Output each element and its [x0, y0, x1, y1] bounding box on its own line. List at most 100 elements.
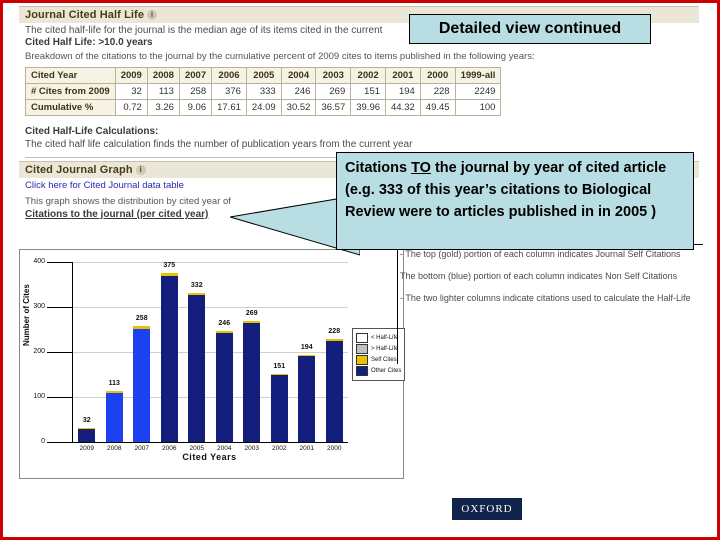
legend-label: > Half-Life — [371, 346, 399, 352]
chart-bar-self-cites-segment — [215, 331, 233, 334]
table-cell: 376 — [211, 83, 247, 100]
chart-y-tick-mark — [47, 307, 73, 308]
chart-bar-self-cites-segment — [133, 325, 151, 329]
table-header-cell: 2004 — [280, 67, 317, 84]
table-cell: 228 — [419, 83, 456, 100]
cited-half-life-calc-desc: The cited half life calculation finds th… — [25, 139, 413, 150]
chart-bar: 113 — [105, 380, 123, 442]
section1-title-text: Journal Cited Half Life — [25, 9, 145, 21]
chart-y-tick-mark — [47, 397, 73, 398]
table-cell: 151 — [350, 83, 387, 100]
chart-note-line: The bottom (blue) portion of each column… — [400, 271, 678, 281]
legend-swatch-other-cites — [356, 366, 368, 376]
chart-plot-area: 0 100 200 300 400 32 2009 113 2008 258 2007 375 2006… — [33, 258, 348, 452]
breakdown-note: Breakdown of the citations to the journa… — [25, 51, 535, 62]
chart-y-tick-mark — [47, 442, 73, 443]
table-cell: 30.52 — [280, 99, 317, 116]
chart-bar-self-cites-segment — [243, 320, 261, 323]
chart-bar-value-label: 194 — [300, 343, 313, 351]
table-header-cell: 2000 — [419, 67, 456, 84]
chart-bar-value-label: 151 — [273, 363, 286, 371]
row-label: Cumulative % — [25, 99, 116, 116]
chart-y-tick-label: 200 — [33, 348, 45, 355]
chart-y-tick-label: 300 — [33, 303, 45, 310]
legend-label: < Half-Life — [371, 335, 399, 341]
table-header-cell: Cited Year — [25, 67, 116, 84]
chart-x-tick-label: 2006 — [162, 445, 177, 452]
table-header-cell: 2007 — [178, 67, 213, 84]
table-row: Cumulative % 0.72 3.26 9.06 17.61 24.09 … — [25, 99, 502, 116]
chart-bar-value-label: 269 — [245, 309, 258, 317]
chart-bar-value-label: 246 — [218, 320, 231, 328]
chart-y-tick-mark — [47, 262, 73, 263]
table-cell: 49.45 — [419, 99, 456, 116]
table-header-cell: 1999-all — [454, 67, 502, 84]
chart-note-line: - The top (gold) portion of each column … — [400, 249, 681, 259]
legend-swatch-gt-halflife — [356, 344, 368, 354]
cited-half-life-calc-title: Cited Half-Life Calculations: — [25, 126, 159, 137]
chart-bar: 375 — [160, 262, 178, 442]
chart-x-axis-label: Cited Years — [182, 452, 237, 462]
table-cell: 2249 — [454, 83, 502, 100]
table-cell: 24.09 — [245, 99, 282, 116]
table-header-cell: 2003 — [315, 67, 352, 84]
table-cell: 32 — [114, 83, 148, 100]
chart-bar-self-cites-segment — [325, 339, 343, 342]
table-cell: 17.61 — [211, 99, 247, 116]
chart-bar-value-label: 375 — [163, 261, 176, 269]
table-cell: 194 — [385, 83, 421, 100]
table-cell: 39.96 — [350, 99, 387, 116]
chart-bar-value-label: 332 — [190, 281, 203, 289]
chart-x-tick-label: 2009 — [79, 445, 94, 452]
chart-bar-value-label: 228 — [328, 328, 341, 336]
table-cell: 333 — [245, 83, 282, 100]
table-header-cell: 2008 — [146, 67, 180, 84]
cited-year-table-body: Cited Year 2009 2008 2007 2006 2005 2004… — [25, 67, 502, 116]
legend-item: < Half-Life — [356, 333, 401, 343]
callout-title: Detailed view continued — [409, 14, 651, 44]
chart-x-tick-label: 2001 — [299, 445, 314, 452]
chart-gridline — [73, 307, 348, 308]
section2-title-text: Cited Journal Graph — [25, 164, 133, 176]
table-cell: 3.26 — [146, 99, 180, 116]
table-row-header: Cited Year 2009 2008 2007 2006 2005 2004… — [25, 67, 502, 84]
legend-item: Other Cites — [356, 366, 401, 376]
chart-x-tick-label: 2005 — [189, 445, 204, 452]
cited-year-table: Cited Year 2009 2008 2007 2006 2005 2004… — [25, 67, 502, 116]
chart-y-tick-label: 400 — [33, 258, 45, 265]
legend-label: Other Cites — [371, 368, 402, 374]
chart-bar-self-cites-segment — [298, 354, 316, 357]
chart-x-tick-label: 2002 — [272, 445, 287, 452]
row-label: # Cites from 2009 — [25, 83, 116, 100]
chart-bar-value-label: 258 — [135, 314, 148, 322]
chart-bar: 246 — [215, 320, 233, 442]
table-cell: 100 — [454, 99, 502, 116]
chart-bar-value-label: 32 — [82, 416, 91, 424]
chart-bar: 269 — [243, 310, 261, 442]
chart-x-tick-label: 2008 — [107, 445, 122, 452]
chart-bar: 151 — [270, 363, 288, 442]
chart-note-line: - The two lighter columns indicate citat… — [400, 293, 691, 303]
info-icon[interactable]: i — [147, 10, 158, 21]
table-header-cell: 2002 — [350, 67, 387, 84]
chart-bar: 32 — [78, 417, 96, 442]
chart-bar: 228 — [325, 328, 343, 442]
callout-text-emphasis: TO — [411, 160, 431, 176]
chart-bar: 332 — [188, 282, 206, 442]
chart-x-tick-label: 2003 — [244, 445, 259, 452]
cited-journal-bar-chart: Number of Cites 0 100 200 300 400 32 2009 113 20… — [19, 249, 406, 479]
chart-x-tick-label: 2004 — [217, 445, 232, 452]
chart-y-tick-label: 0 — [41, 438, 45, 445]
chart-bar-self-cites-segment — [78, 427, 96, 429]
chart-x-tick-label: 2007 — [134, 445, 149, 452]
table-cell: 258 — [178, 83, 213, 100]
table-cell: 269 — [315, 83, 352, 100]
chart-bar-self-cites-segment — [188, 292, 206, 296]
table-cell: 0.72 — [114, 99, 148, 116]
legend-label: Self Cites — [371, 357, 397, 363]
info-icon[interactable]: i — [135, 165, 146, 176]
chart-y-tick-label: 100 — [33, 393, 45, 400]
table-header-cell: 2009 — [114, 67, 148, 84]
table-row: # Cites from 2009 32 113 258 376 333 246… — [25, 83, 502, 100]
chart-notes: - The top (gold) portion of each column … — [400, 249, 700, 315]
